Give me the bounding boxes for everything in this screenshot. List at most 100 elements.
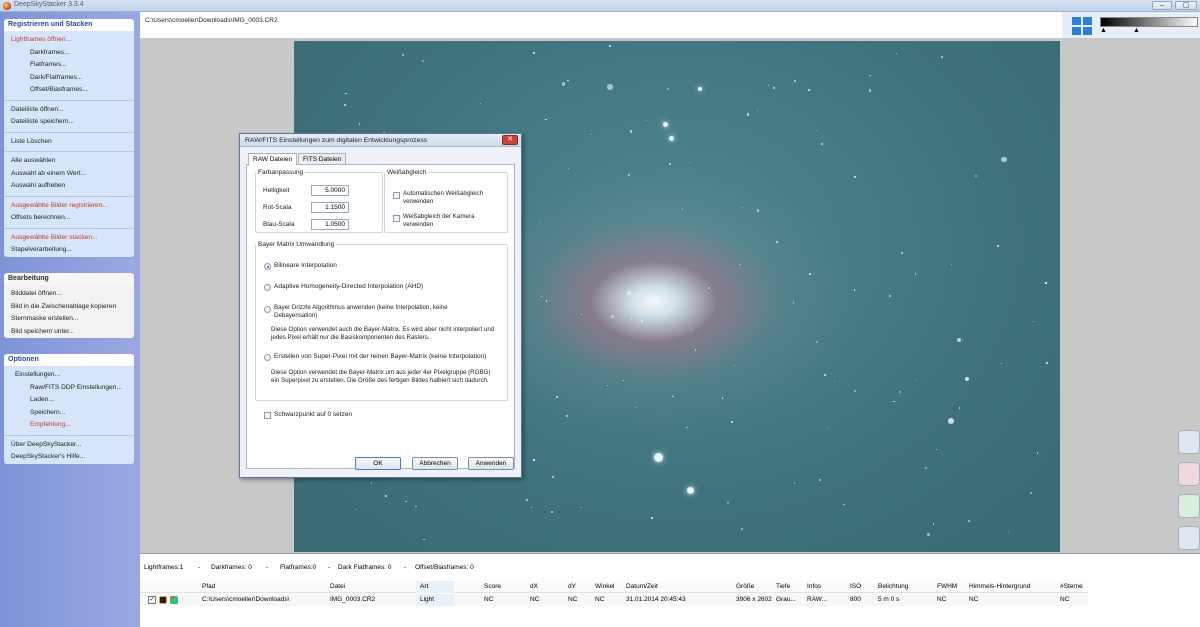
- apply-button[interactable]: Anwenden: [468, 457, 514, 470]
- column-header[interactable]: dY: [568, 581, 576, 593]
- table-cell: 5 m 0 s: [878, 596, 900, 603]
- column-header[interactable]: ISO: [850, 581, 861, 593]
- lightframes-count: Lightframes:1: [144, 564, 184, 571]
- dialog-close-button[interactable]: ✕: [502, 135, 518, 145]
- brightness-field[interactable]: 5.0000: [311, 185, 349, 196]
- tab-raw-files[interactable]: RAW Dateien: [248, 153, 298, 166]
- sidebar-item[interactable]: Stapelverarbeitung...: [4, 244, 134, 257]
- column-header[interactable]: Infos: [807, 581, 821, 593]
- sidebar-item[interactable]: Auswahl aufheben: [4, 180, 134, 193]
- column-header[interactable]: Belichtung: [878, 581, 908, 593]
- star: [550, 510, 553, 513]
- cancel-button[interactable]: Abbrechen: [412, 457, 458, 470]
- column-header[interactable]: Winkel: [595, 581, 615, 593]
- star: [1046, 361, 1049, 364]
- column-header[interactable]: Art: [420, 581, 428, 593]
- group-edit-header[interactable]: Bearbeitung: [4, 273, 134, 285]
- column-header[interactable]: Datum/Zeit: [626, 581, 658, 593]
- camera-white-balance-checkbox[interactable]: [393, 215, 400, 222]
- four-corners-view-icon[interactable]: [1072, 17, 1092, 35]
- column-header[interactable]: Himmels-Hintergrund: [969, 581, 1030, 593]
- table-cell: NC: [937, 596, 947, 603]
- column-header[interactable]: dX: [530, 581, 538, 593]
- sidebar-item[interactable]: Offset/Biasframes...: [4, 84, 134, 97]
- column-header[interactable]: Tiefe: [776, 581, 790, 593]
- sidebar-item[interactable]: Liste Löschen: [4, 136, 134, 149]
- star: [545, 118, 547, 121]
- black-point-handle[interactable]: ▲: [1100, 27, 1107, 34]
- save-edits-icon[interactable]: [1178, 526, 1200, 550]
- sidebar-item[interactable]: Flatframes...: [4, 59, 134, 72]
- group-options-header[interactable]: Optionen: [4, 354, 134, 366]
- column-header[interactable]: Datei: [330, 581, 345, 593]
- bayer-drizzle-radio[interactable]: [264, 306, 271, 313]
- sidebar-item[interactable]: Speichern...: [4, 407, 134, 420]
- star: [1029, 492, 1032, 495]
- star-edit-icon[interactable]: [1178, 462, 1200, 486]
- sidebar-item[interactable]: Bild in die Zwischenablage kopieren: [4, 301, 134, 314]
- group-register-header[interactable]: Registrieren und Stacken: [4, 19, 134, 31]
- sidebar: Registrieren und Stacken Lightframes öff…: [0, 12, 140, 627]
- column-header[interactable]: Score: [484, 581, 501, 593]
- blue-scale-field[interactable]: 1.0500: [311, 219, 349, 230]
- auto-white-balance-checkbox[interactable]: [393, 192, 400, 199]
- comet-edit-icon[interactable]: [1178, 494, 1200, 518]
- column-header[interactable]: #Sterne: [1060, 581, 1083, 593]
- column-header[interactable]: FWHM: [937, 581, 957, 593]
- sidebar-item[interactable]: Dateiliste öffnen...: [4, 104, 134, 117]
- raw-fits-settings-dialog: RAW/FITS Einstellungen zum digitalen Ent…: [239, 133, 522, 478]
- black-point-checkbox[interactable]: [264, 412, 271, 419]
- star: [975, 174, 978, 177]
- sidebar-item[interactable]: Alle auswählen: [4, 155, 134, 168]
- levels-gradient-slider[interactable]: [1100, 17, 1198, 27]
- bright-star: [687, 487, 694, 494]
- sidebar-item[interactable]: Sternmaske erstellen...: [4, 313, 134, 326]
- star: [868, 89, 871, 92]
- ahd-label: Adaptive Homogeneity-Directed Interpolat…: [274, 283, 424, 290]
- select-rectangle-icon[interactable]: [1178, 430, 1200, 454]
- bilinear-radio[interactable]: [264, 263, 271, 270]
- sidebar-item[interactable]: Laden...: [4, 394, 134, 407]
- star: [556, 396, 558, 398]
- bilinear-label: Bilineare Interpolation: [274, 262, 337, 269]
- sidebar-item[interactable]: Über DeepSkyStacker...: [4, 439, 134, 452]
- star: [824, 374, 827, 377]
- star: [809, 272, 812, 275]
- star: [742, 206, 744, 208]
- star: [533, 459, 535, 461]
- sidebar-item[interactable]: Empfehlung...: [4, 419, 134, 432]
- star: [842, 503, 845, 506]
- table-cell: NC: [969, 596, 979, 603]
- sidebar-item[interactable]: Ausgewählte Bilder registrieren...: [4, 200, 134, 213]
- superpixel-radio[interactable]: [264, 354, 271, 361]
- star: [630, 318, 633, 321]
- sidebar-item[interactable]: Dateiliste speichern...: [4, 116, 134, 129]
- sidebar-item[interactable]: Bilddatei öffnen...: [4, 288, 134, 301]
- group-edit: Bearbeitung Bilddatei öffnen... Bild in d…: [4, 273, 134, 338]
- table-row[interactable]: ✓ C:\Users\cmoeller\Downloads\ IMG_0003.C…: [140, 594, 1088, 606]
- sidebar-item[interactable]: Lightframes öffnen...: [4, 34, 134, 47]
- minimize-button[interactable]: –: [1152, 1, 1172, 10]
- star: [746, 113, 749, 116]
- sidebar-item[interactable]: Offsets berechnen...: [4, 212, 134, 225]
- sidebar-item[interactable]: Ausgewählte Bilder stacken...: [4, 232, 134, 245]
- sidebar-item[interactable]: Darkframes...: [4, 47, 134, 60]
- sidebar-item[interactable]: Bild speichern unter...: [4, 326, 134, 339]
- ahd-radio[interactable]: [264, 284, 271, 291]
- row-checkbox[interactable]: ✓: [148, 596, 156, 604]
- column-header[interactable]: Größe: [736, 581, 754, 593]
- ok-button[interactable]: OK: [355, 457, 401, 470]
- sidebar-item[interactable]: Auswahl ab einem Wert...: [4, 168, 134, 181]
- sidebar-item[interactable]: Raw/FITS DDP Einstellungen...: [4, 382, 134, 395]
- red-scale-field[interactable]: 1.1500: [311, 202, 349, 213]
- sidebar-item[interactable]: Einstellungen...: [4, 369, 134, 382]
- table-cell: 3906 x 2602: [736, 596, 772, 603]
- star: [672, 395, 674, 398]
- maximize-button[interactable]: ▢: [1175, 1, 1197, 10]
- column-header[interactable]: Pfad: [202, 581, 215, 593]
- auto-white-balance-label: Automatischen Weißabgleich verwenden: [403, 190, 484, 205]
- star: [816, 130, 818, 132]
- sidebar-item[interactable]: Dark/Flatframes...: [4, 72, 134, 85]
- sidebar-item[interactable]: DeepSkyStacker's Hilfe...: [4, 451, 134, 464]
- midtone-handle[interactable]: ▲: [1133, 27, 1140, 34]
